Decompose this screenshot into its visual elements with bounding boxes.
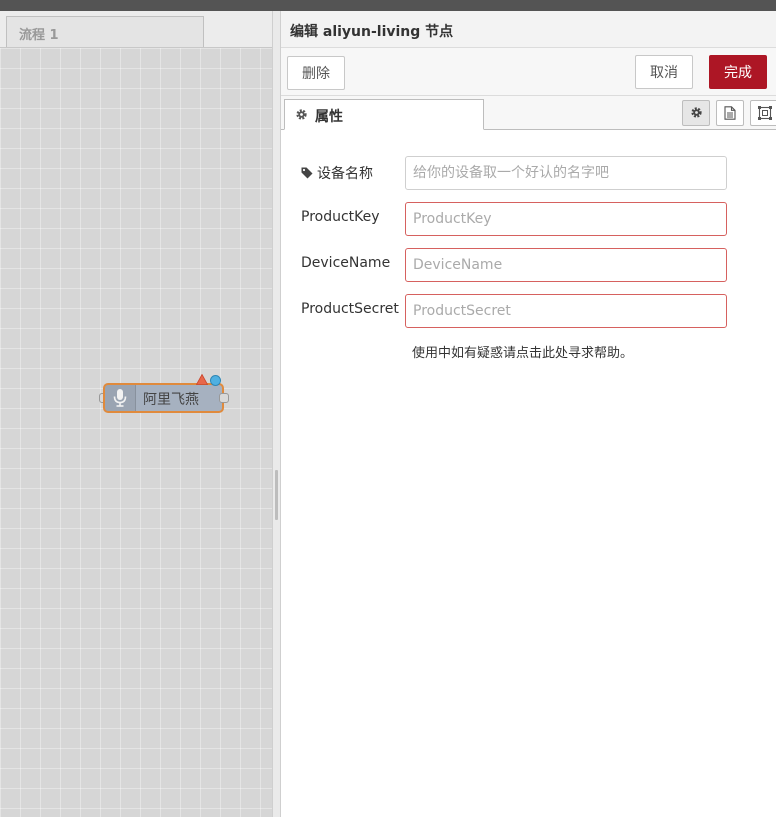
delete-button[interactable]: 删除 bbox=[287, 56, 345, 90]
editor-tab-row: 属性 bbox=[281, 96, 776, 130]
form-row-product-secret: ProductSecret bbox=[281, 294, 776, 328]
node-icon-area bbox=[105, 385, 136, 411]
tab-appearance-button[interactable] bbox=[750, 100, 776, 126]
device-name-field-input[interactable] bbox=[405, 248, 727, 282]
device-name-label-text: 设备名称 bbox=[317, 166, 373, 182]
form-row-device-name-field: DeviceName bbox=[281, 248, 776, 282]
workspace-tab-bar: 流程 1 bbox=[0, 11, 272, 48]
editor-title: 编辑 aliyun-living 节点 bbox=[290, 24, 454, 40]
microphone-icon bbox=[113, 389, 127, 407]
node-label: 阿里飞燕 bbox=[143, 392, 199, 408]
tag-icon bbox=[301, 167, 313, 179]
node-changed-indicator bbox=[210, 375, 221, 386]
tab-description-button[interactable] bbox=[716, 100, 744, 126]
warning-triangle-icon bbox=[196, 374, 208, 385]
top-bar bbox=[0, 0, 776, 11]
device-name-label: 设备名称 bbox=[301, 163, 373, 183]
splitter-handle[interactable] bbox=[275, 470, 278, 520]
cancel-button[interactable]: 取消 bbox=[635, 55, 693, 89]
form-row-device-name: 设备名称 bbox=[281, 156, 776, 190]
device-name-field-label: DeviceName bbox=[301, 255, 391, 271]
gear-icon bbox=[691, 107, 702, 118]
help-link[interactable]: 使用中如有疑惑请点击此处寻求帮助。 bbox=[412, 342, 633, 361]
workspace: 流程 1 bbox=[0, 11, 272, 817]
device-name-input[interactable] bbox=[405, 156, 727, 190]
gear-icon bbox=[296, 109, 307, 120]
tab-settings-button[interactable] bbox=[682, 100, 710, 126]
frame-icon bbox=[758, 106, 772, 120]
product-key-input[interactable] bbox=[405, 202, 727, 236]
done-button[interactable]: 完成 bbox=[709, 55, 767, 89]
product-secret-input[interactable] bbox=[405, 294, 727, 328]
tab-properties-label: 属性 bbox=[315, 109, 343, 125]
tab-properties[interactable]: 属性 bbox=[284, 99, 484, 130]
product-secret-label: ProductSecret bbox=[301, 301, 399, 317]
flow-tab-label: 流程 1 bbox=[19, 28, 59, 43]
product-key-label: ProductKey bbox=[301, 209, 380, 225]
node-editor-panel: 编辑 aliyun-living 节点 删除 取消 完成 属性 设备名称 给你的… bbox=[281, 11, 776, 817]
flow-node[interactable]: 阿里飞燕 bbox=[103, 383, 224, 413]
flow-canvas[interactable] bbox=[0, 48, 272, 817]
form-row-product-key: ProductKey bbox=[281, 202, 776, 236]
panel-splitter[interactable] bbox=[272, 11, 281, 817]
editor-toolbar: 删除 取消 完成 bbox=[281, 48, 776, 96]
node-output-port[interactable] bbox=[219, 393, 229, 403]
editor-title-bar: 编辑 aliyun-living 节点 bbox=[281, 11, 776, 48]
document-icon bbox=[724, 106, 736, 120]
flow-tab[interactable]: 流程 1 bbox=[6, 16, 204, 47]
